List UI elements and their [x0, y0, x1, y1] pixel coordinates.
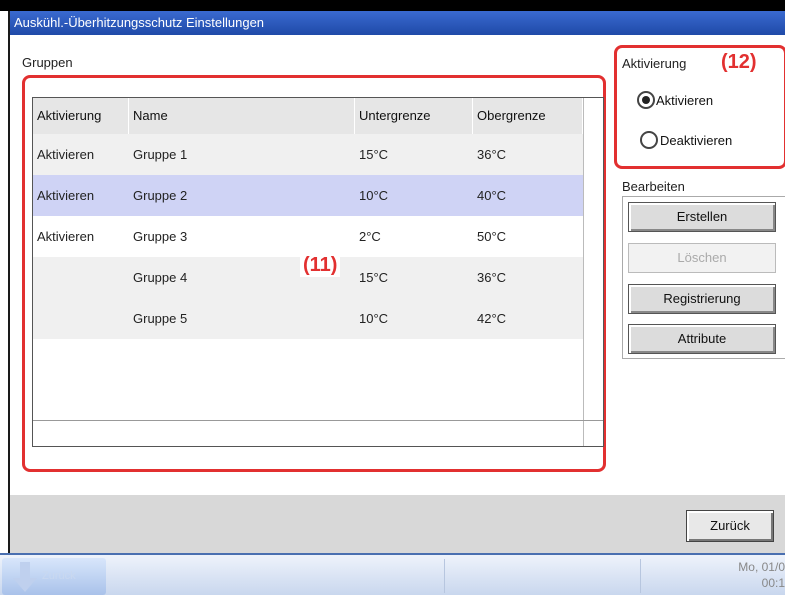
taskbar-divider	[444, 559, 445, 593]
clock-time: 00:1	[761, 576, 785, 590]
settings-window: Auskühl.-Überhitzungsschutz Einstellunge…	[8, 11, 785, 553]
col-lower[interactable]: Untergrenze	[355, 98, 473, 134]
activate-radio-label[interactable]: Aktivieren	[656, 93, 713, 108]
cell-upper: 36°C	[477, 270, 507, 285]
table-row[interactable]: Gruppe 5 10°C 42°C	[33, 298, 583, 339]
cell-name: Gruppe 2	[133, 188, 188, 203]
activation-label: Aktivierung	[622, 56, 687, 71]
table-row[interactable]: Aktivieren Gruppe 3 2°C 50°C	[33, 216, 583, 257]
cell-lower: 15°C	[359, 270, 389, 285]
down-arrow-icon	[13, 562, 37, 592]
window-title: Auskühl.-Überhitzungsschutz Einstellunge…	[10, 11, 785, 35]
col-activation[interactable]: Aktivierung	[33, 98, 129, 134]
cell-upper: 50°C	[477, 229, 507, 244]
create-button[interactable]: Erstellen	[628, 202, 776, 232]
col-upper[interactable]: Obergrenze	[473, 98, 583, 134]
edit-label: Bearbeiten	[622, 179, 685, 194]
deactivate-radio[interactable]	[640, 131, 658, 149]
cell-lower: 15°C	[359, 147, 389, 162]
cell-activation: Aktivieren	[37, 188, 95, 203]
cell-name: Gruppe 3	[133, 229, 188, 244]
cell-upper: 42°C	[477, 311, 507, 326]
taskbar-back-label: Zurück	[42, 570, 76, 582]
table-header: Aktivierung Name Untergrenze Obergrenze	[33, 98, 583, 134]
cell-upper: 40°C	[477, 188, 507, 203]
taskbar-back-button[interactable]: Zurück	[2, 558, 106, 595]
cell-lower: 2°C	[359, 229, 381, 244]
taskbar: Zurück Mo, 01/0 00:1	[0, 553, 785, 595]
cell-activation	[33, 298, 37, 339]
vertical-scrollbar[interactable]	[583, 98, 603, 446]
callout-11: (11)	[300, 254, 341, 277]
table-row[interactable]: Aktivieren Gruppe 2 10°C 40°C	[33, 175, 583, 216]
activate-radio[interactable]	[637, 91, 655, 109]
footer-bar	[10, 495, 785, 553]
attribute-button[interactable]: Attribute	[628, 324, 776, 354]
cell-activation	[33, 257, 37, 298]
col-name[interactable]: Name	[129, 98, 355, 134]
cell-name: Gruppe 5	[133, 311, 188, 326]
callout-12: (12)	[718, 51, 760, 74]
cell-name: Gruppe 4	[133, 270, 188, 285]
register-button[interactable]: Registrierung	[628, 284, 776, 314]
groups-label: Gruppen	[22, 55, 73, 70]
cell-activation: Aktivieren	[37, 229, 95, 244]
cell-lower: 10°C	[359, 311, 389, 326]
clock: Mo, 01/0 00:1	[738, 559, 785, 591]
cell-lower: 10°C	[359, 188, 389, 203]
top-edge	[0, 0, 785, 11]
cell-upper: 36°C	[477, 147, 507, 162]
table-bottom-line	[33, 420, 603, 421]
delete-button[interactable]: Löschen	[628, 243, 776, 273]
deactivate-radio-label[interactable]: Deaktivieren	[660, 133, 732, 148]
clock-date: Mo, 01/0	[738, 560, 785, 574]
cell-activation: Aktivieren	[37, 147, 95, 162]
taskbar-divider	[640, 559, 641, 593]
back-button[interactable]: Zurück	[686, 510, 774, 542]
table-row[interactable]: Aktivieren Gruppe 1 15°C 36°C	[33, 134, 583, 175]
cell-name: Gruppe 1	[133, 147, 188, 162]
